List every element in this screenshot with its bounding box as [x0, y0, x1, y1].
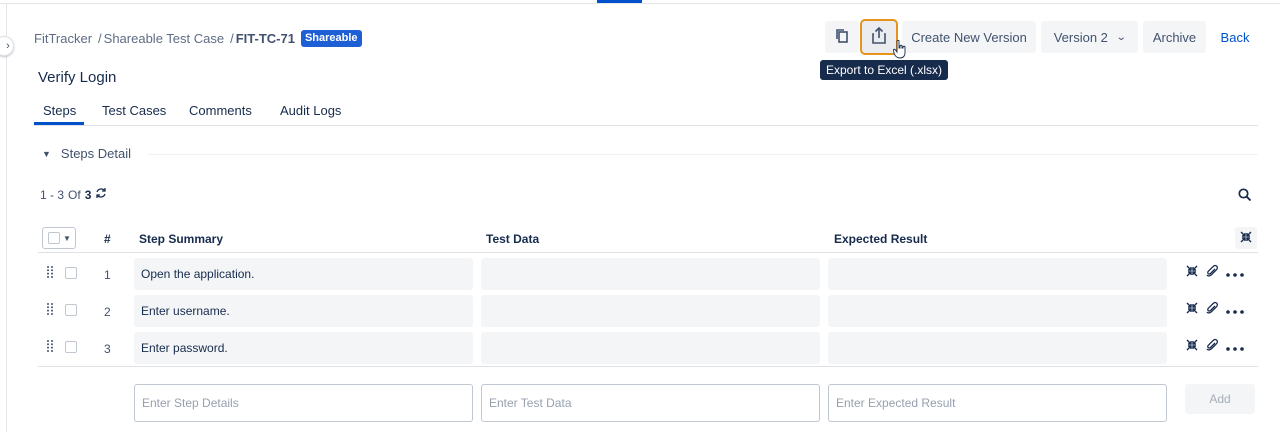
test-data-input[interactable]: [481, 384, 820, 422]
refresh-icon[interactable]: [95, 187, 107, 202]
table-row[interactable]: 1 Open the application.: [38, 256, 1258, 292]
row-number: 2: [104, 305, 111, 319]
step-summary-cell[interactable]: Enter password.: [134, 332, 473, 364]
section-title: Steps Detail: [60, 146, 132, 161]
shareable-badge: Shareable: [300, 30, 362, 47]
column-header-step-summary: Step Summary: [139, 232, 224, 246]
row-number: 3: [104, 342, 111, 356]
step-summary-cell[interactable]: Open the application.: [134, 258, 473, 290]
breadcrumb-item-project[interactable]: FitTracker: [34, 31, 92, 46]
table-row[interactable]: 3 Enter password.: [38, 330, 1258, 366]
steps-detail-toggle[interactable]: ▼ Steps Detail: [42, 146, 131, 161]
tab-test-cases[interactable]: Test Cases: [102, 103, 166, 118]
pager-total: 3: [84, 187, 92, 202]
tab-bar: Steps Test Cases Comments Audit Logs: [34, 98, 1258, 126]
select-all-dropdown[interactable]: ▼: [42, 227, 76, 249]
version-label: Version 2: [1053, 29, 1108, 45]
row-checkbox[interactable]: [65, 341, 77, 353]
copy-button[interactable]: [825, 21, 859, 53]
row-actions: [1186, 338, 1244, 355]
chevron-down-icon: ⌄: [1115, 31, 1127, 43]
row-checkbox[interactable]: [65, 304, 77, 316]
drag-handle-icon[interactable]: [47, 340, 53, 355]
add-step-button[interactable]: Add: [1185, 384, 1255, 414]
section-divider: [148, 154, 1258, 155]
attachment-icon[interactable]: [1206, 301, 1218, 318]
tab-comments[interactable]: Comments: [189, 103, 252, 118]
back-button[interactable]: Back: [1213, 21, 1257, 53]
step-summary-cell[interactable]: Enter username.: [134, 295, 473, 327]
collapse-icon[interactable]: [1186, 302, 1198, 317]
test-data-cell[interactable]: [481, 295, 820, 327]
copy-icon: [835, 28, 849, 47]
page-title: Verify Login: [38, 69, 117, 86]
column-header-number: #: [104, 232, 111, 246]
expected-result-cell[interactable]: [828, 258, 1167, 290]
breadcrumb-separator: /: [230, 31, 234, 46]
pager-range: 1 - 3: [40, 187, 65, 202]
breadcrumb-separator: /: [98, 31, 102, 46]
pager-of-label: Of: [68, 187, 81, 202]
column-header-expected-result: Expected Result: [834, 232, 928, 246]
test-data-cell[interactable]: [481, 258, 820, 290]
chevron-right-icon: ›: [6, 40, 10, 52]
breadcrumb-current: FIT-TC-71: [235, 31, 295, 46]
collapse-icon: [1240, 231, 1252, 246]
export-excel-button[interactable]: [860, 19, 898, 55]
top-bar-active-indicator: [597, 0, 642, 3]
export-tooltip: Export to Excel (.xlsx): [820, 60, 949, 80]
mouse-pointer-icon: [893, 39, 907, 63]
expected-result-cell[interactable]: [828, 332, 1167, 364]
archive-button[interactable]: Archive: [1143, 21, 1206, 53]
table-row[interactable]: 2 Enter username.: [38, 293, 1258, 329]
active-tab-indicator: [34, 122, 84, 125]
search-icon[interactable]: [1238, 188, 1252, 205]
attachment-icon[interactable]: [1206, 338, 1218, 355]
step-details-input[interactable]: [134, 384, 473, 422]
chevron-down-icon: ▼: [63, 233, 71, 243]
table-header: ▼ # Step Summary Test Data Expected Resu…: [38, 225, 1258, 253]
tab-audit-logs[interactable]: Audit Logs: [280, 103, 341, 118]
version-select[interactable]: Version 2 ⌄: [1041, 21, 1138, 53]
attachment-icon[interactable]: [1206, 264, 1218, 281]
pagination-info: 1 - 3 Of 3: [40, 187, 107, 202]
chevron-down-icon: ▼: [42, 148, 51, 159]
column-header-test-data: Test Data: [486, 232, 540, 246]
row-checkbox[interactable]: [65, 267, 77, 279]
drag-handle-icon[interactable]: [47, 266, 53, 281]
collapse-icon[interactable]: [1186, 339, 1198, 354]
sidebar-expand-button[interactable]: ›: [0, 36, 14, 56]
row-actions: [1186, 264, 1244, 281]
row-number: 1: [104, 268, 111, 282]
breadcrumb: FitTracker / Shareable Test Case / FIT-T…: [34, 30, 362, 47]
more-options-icon[interactable]: [1226, 302, 1244, 317]
more-options-icon[interactable]: [1226, 265, 1244, 280]
collapse-icon[interactable]: [1186, 265, 1198, 280]
expected-result-cell[interactable]: [828, 295, 1167, 327]
more-options-icon[interactable]: [1226, 339, 1244, 354]
left-sidebar-rail: [0, 4, 7, 432]
share-upload-icon: [871, 26, 887, 48]
expected-result-input[interactable]: [828, 384, 1167, 422]
drag-handle-icon[interactable]: [47, 303, 53, 318]
create-new-version-button[interactable]: Create New Version: [902, 21, 1036, 53]
breadcrumb-item-folder[interactable]: Shareable Test Case: [104, 31, 224, 46]
table-bottom-divider: [38, 366, 1258, 367]
select-all-checkbox[interactable]: [48, 232, 60, 244]
collapse-all-button[interactable]: [1235, 227, 1257, 249]
tab-steps[interactable]: Steps: [43, 103, 76, 118]
row-actions: [1186, 301, 1244, 318]
test-data-cell[interactable]: [481, 332, 820, 364]
